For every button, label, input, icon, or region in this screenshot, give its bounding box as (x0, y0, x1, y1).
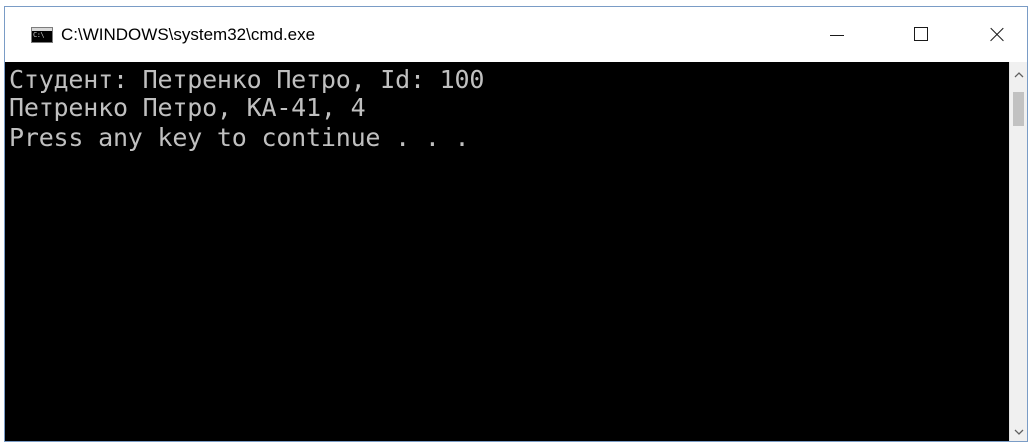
console-window: C:\ C:\WINDOWS\system32\cmd.exe Студент:… (4, 6, 1028, 442)
scroll-thumb[interactable] (1013, 92, 1024, 126)
close-button[interactable] (961, 7, 1030, 61)
vertical-scrollbar[interactable] (1009, 62, 1027, 441)
maximize-icon (914, 27, 928, 41)
maximize-button[interactable] (885, 7, 957, 61)
title-bar[interactable]: C:\ C:\WINDOWS\system32\cmd.exe (5, 7, 1027, 62)
window-title: C:\WINDOWS\system32\cmd.exe (61, 25, 316, 44)
console-output[interactable]: Студент: Петренко Петро, Id: 100 Петренк… (5, 62, 1009, 441)
console-line: Студент: Петренко Петро, Id: 100 (9, 65, 485, 94)
console-line: Петренко Петро, КА-41, 4 (9, 93, 366, 122)
close-icon (990, 27, 1004, 41)
scroll-down-button[interactable] (1010, 423, 1027, 441)
scroll-up-icon (1014, 72, 1023, 78)
cmd-app-icon-text: C:\ (33, 31, 45, 39)
cmd-app-icon[interactable]: C:\ (31, 27, 53, 43)
scroll-down-icon (1014, 429, 1023, 435)
console-line: Press any key to continue . . . (9, 123, 470, 152)
scroll-up-button[interactable] (1010, 66, 1027, 84)
minimize-button[interactable] (801, 7, 873, 61)
minimize-icon (830, 34, 844, 36)
